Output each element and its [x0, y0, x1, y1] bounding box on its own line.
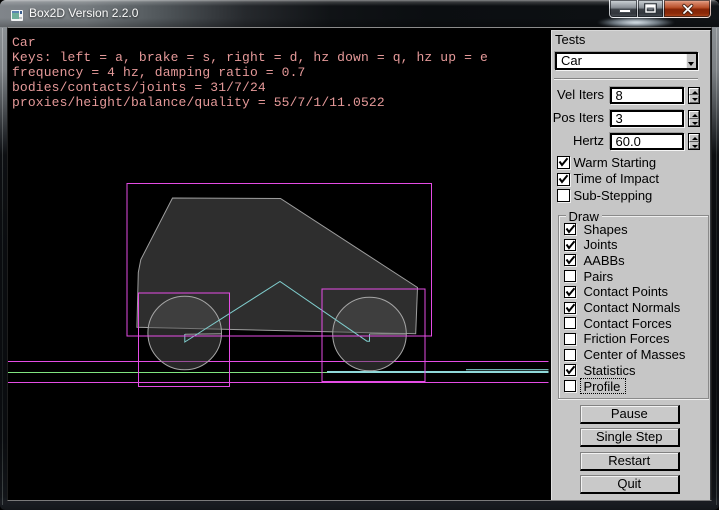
svg-text:proxies/height/balance/quality: proxies/height/balance/quality = 55/7/1/…	[12, 95, 385, 110]
svg-text:bodies/contacts/joints = 31/7/: bodies/contacts/joints = 31/7/24	[12, 80, 266, 95]
svg-text:Keys: left = a, brake = s, rig: Keys: left = a, brake = s, right = d, hz…	[12, 50, 488, 65]
svg-text:Car: Car	[12, 35, 36, 50]
svg-text:frequency = 4 hz, damping rati: frequency = 4 hz, damping ratio = 0.7	[12, 65, 305, 80]
